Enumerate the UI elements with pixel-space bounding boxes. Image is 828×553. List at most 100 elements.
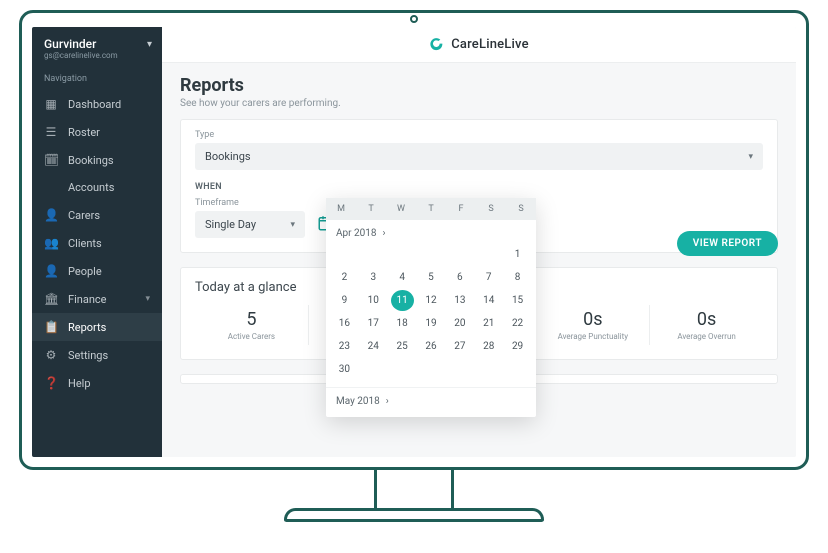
datepicker-day[interactable]: 12 bbox=[420, 290, 443, 311]
datepicker-day[interactable]: 2 bbox=[333, 267, 356, 288]
nav-heading: Navigation bbox=[32, 68, 162, 90]
sidebar-item-label: Reports bbox=[68, 321, 106, 334]
sidebar-item-label: Clients bbox=[68, 237, 102, 250]
roster-icon: ☰ bbox=[44, 125, 58, 139]
dashboard-icon: ▦ bbox=[44, 97, 58, 111]
datepicker-day[interactable]: 15 bbox=[506, 290, 529, 311]
datepicker-dow: S bbox=[506, 198, 536, 220]
datepicker-day[interactable]: 23 bbox=[333, 336, 356, 357]
sidebar-item-dashboard[interactable]: ▦ Dashboard bbox=[32, 90, 162, 118]
stat-label: Average Overrun bbox=[656, 332, 757, 341]
datepicker-day[interactable]: 8 bbox=[506, 267, 529, 288]
sidebar-item-finance[interactable]: 🏛Finance▾ bbox=[32, 285, 162, 313]
datepicker-dow: W bbox=[386, 198, 416, 220]
datepicker-dow: T bbox=[356, 198, 386, 220]
user-name: Gurvinder bbox=[44, 37, 150, 51]
datepicker-day[interactable]: 6 bbox=[448, 267, 471, 288]
datepicker-day[interactable]: 27 bbox=[448, 336, 471, 357]
datepicker-dow: T bbox=[416, 198, 446, 220]
datepicker-day[interactable]: 17 bbox=[362, 313, 385, 334]
datepicker-day[interactable]: 5 bbox=[420, 267, 443, 288]
camera-dot bbox=[410, 15, 418, 23]
people-icon: 👤 bbox=[44, 264, 58, 278]
stat: 0s Average Punctuality bbox=[536, 305, 650, 345]
stat-value: 0s bbox=[656, 309, 757, 330]
datepicker-day[interactable]: 26 bbox=[420, 336, 443, 357]
datepicker-day[interactable]: 13 bbox=[448, 290, 471, 311]
sidebar-item-label: People bbox=[68, 265, 102, 278]
finance-icon: 🏛 bbox=[44, 292, 58, 306]
datepicker-day[interactable]: 30 bbox=[333, 359, 356, 380]
sidebar-item-label: Help bbox=[68, 377, 91, 390]
reports-icon: 📋 bbox=[44, 320, 58, 334]
datepicker: MTWTFSS Apr 2018 › 123456789101112131415… bbox=[326, 198, 536, 417]
datepicker-day[interactable]: 7 bbox=[477, 267, 500, 288]
sidebar-item-label: Dashboard bbox=[68, 98, 121, 111]
sidebar-item-label: Bookings bbox=[68, 154, 114, 167]
datepicker-day[interactable]: 18 bbox=[391, 313, 414, 334]
datepicker-day[interactable]: 16 bbox=[333, 313, 356, 334]
stat-value: 5 bbox=[201, 309, 302, 330]
datepicker-dow: F bbox=[446, 198, 476, 220]
page-subtitle: See how your carers are performing. bbox=[180, 98, 778, 109]
brand-logo-icon bbox=[429, 37, 445, 53]
when-label: WHEN bbox=[195, 182, 763, 192]
chevron-right-icon: › bbox=[383, 228, 386, 239]
timeframe-select[interactable]: Single Day ▾ bbox=[195, 211, 305, 238]
chevron-down-icon: ▾ bbox=[147, 39, 152, 50]
type-select[interactable]: Bookings ▾ bbox=[195, 143, 763, 170]
type-label: Type bbox=[195, 130, 763, 140]
sidebar-item-carers[interactable]: 👤Carers bbox=[32, 201, 162, 229]
datepicker-day[interactable]: 25 bbox=[391, 336, 414, 357]
datepicker-day[interactable]: 22 bbox=[506, 313, 529, 334]
datepicker-dow: M bbox=[326, 198, 356, 220]
datepicker-day[interactable]: 20 bbox=[448, 313, 471, 334]
sidebar-item-label: Settings bbox=[68, 349, 108, 362]
sidebar-item-clients[interactable]: 👥Clients bbox=[32, 229, 162, 257]
sidebar-item-help[interactable]: ❓Help bbox=[32, 369, 162, 397]
chevron-down-icon: ▾ bbox=[748, 152, 753, 162]
datepicker-day[interactable]: 14 bbox=[477, 290, 500, 311]
carers-icon: 👤 bbox=[44, 208, 58, 222]
datepicker-next-month-label: May 2018 bbox=[336, 396, 380, 407]
datepicker-day[interactable]: 4 bbox=[391, 267, 414, 288]
page-title: Reports bbox=[180, 75, 778, 96]
type-value: Bookings bbox=[205, 150, 251, 163]
datepicker-month[interactable]: Apr 2018 › bbox=[326, 220, 536, 243]
stat-label: Active Carers bbox=[201, 332, 302, 341]
datepicker-day[interactable]: 1 bbox=[506, 244, 529, 265]
chevron-right-icon: › bbox=[386, 396, 389, 407]
bookings-icon: 🗓 bbox=[44, 153, 58, 167]
datepicker-day[interactable]: 9 bbox=[333, 290, 356, 311]
chevron-down-icon: ▾ bbox=[290, 220, 295, 230]
datepicker-dow: S bbox=[476, 198, 506, 220]
datepicker-day[interactable]: 3 bbox=[362, 267, 385, 288]
settings-icon: ⚙ bbox=[44, 348, 58, 362]
main: CareLineLive Reports See how your carers… bbox=[162, 27, 796, 457]
sidebar-item-roster[interactable]: ☰ Roster bbox=[32, 118, 162, 146]
sidebar-item-settings[interactable]: ⚙ Settings bbox=[32, 341, 162, 369]
view-report-button[interactable]: VIEW REPORT bbox=[677, 231, 778, 256]
datepicker-day[interactable]: 29 bbox=[506, 336, 529, 357]
datepicker-next-month[interactable]: May 2018 › bbox=[326, 387, 536, 417]
datepicker-day[interactable]: 28 bbox=[477, 336, 500, 357]
datepicker-month-label: Apr 2018 bbox=[336, 228, 377, 239]
datepicker-day[interactable]: 24 bbox=[362, 336, 385, 357]
datepicker-day[interactable]: 21 bbox=[477, 313, 500, 334]
stat-value: 0s bbox=[542, 309, 643, 330]
sidebar-item-people[interactable]: 👤 People bbox=[32, 257, 162, 285]
sidebar-item-accounts[interactable]: Accounts bbox=[32, 174, 162, 201]
user-email: gs@carelinelive.com bbox=[44, 51, 150, 60]
user-menu[interactable]: Gurvinder gs@carelinelive.com ▾ bbox=[32, 27, 162, 68]
sidebar-item-bookings[interactable]: 🗓 Bookings bbox=[32, 146, 162, 174]
sidebar-item-label: Accounts bbox=[68, 181, 114, 194]
sidebar: Gurvinder gs@carelinelive.com ▾ Navigati… bbox=[32, 27, 162, 457]
datepicker-day[interactable]: 11 bbox=[391, 290, 414, 311]
sidebar-item-reports[interactable]: 📋 Reports bbox=[32, 313, 162, 341]
timeframe-value: Single Day bbox=[205, 218, 256, 231]
datepicker-day[interactable]: 10 bbox=[362, 290, 385, 311]
sidebar-item-label: Roster bbox=[68, 126, 100, 139]
topbar: CareLineLive bbox=[162, 27, 796, 63]
datepicker-day[interactable]: 19 bbox=[420, 313, 443, 334]
stat-label: Average Punctuality bbox=[542, 332, 643, 341]
